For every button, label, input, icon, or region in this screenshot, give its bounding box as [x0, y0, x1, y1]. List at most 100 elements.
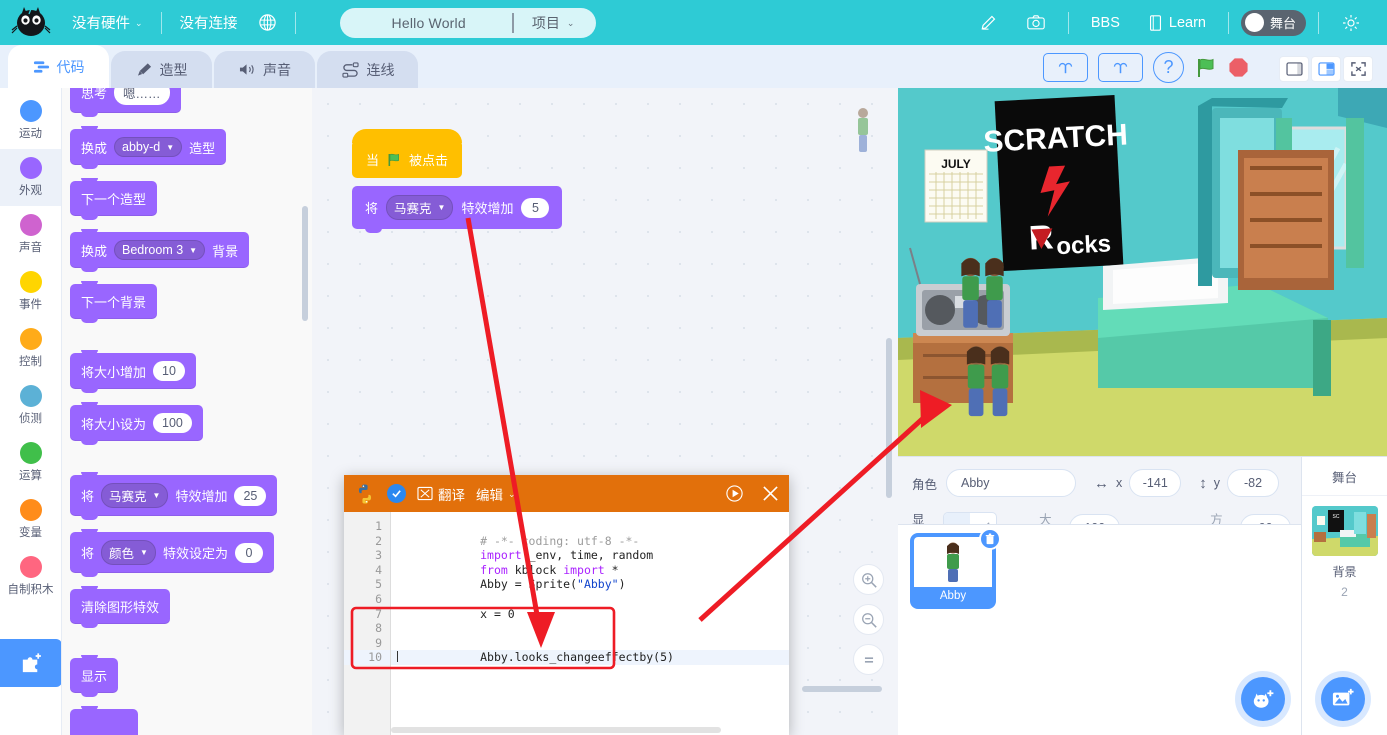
block-dropdown[interactable]: 马赛克 ▼ — [101, 483, 169, 508]
sprite-card-abby[interactable]: Abby — [912, 528, 1001, 607]
dropdown-value: abby-d — [122, 140, 161, 154]
python-code-text[interactable]: # -*- coding: utf-8 -*- import _env, tim… — [391, 512, 789, 735]
add-extension-button[interactable] — [0, 639, 61, 687]
bbs-link[interactable]: BBS — [1077, 0, 1134, 45]
stage-view[interactable]: SCRATCH R ocks JULY — [898, 88, 1387, 456]
block-text: 将 — [81, 489, 95, 504]
palette-block-hide[interactable] — [70, 706, 138, 735]
block-text: 下一个造型 — [81, 192, 147, 207]
palette-block-set-size[interactable]: 将大小设为 100 — [70, 402, 203, 445]
undo-button[interactable] — [1043, 53, 1088, 82]
zoom-out-button[interactable] — [853, 604, 884, 635]
tab-costumes-label: 造型 — [159, 61, 188, 78]
tab-connect[interactable]: 连线 — [317, 51, 418, 88]
project-title[interactable]: Hello World — [340, 15, 512, 31]
add-sprite-button[interactable] — [1241, 677, 1285, 721]
script-block-change-effect[interactable]: 将 马赛克 ▼ 特效增加 5 — [352, 186, 563, 233]
python-hscrollbar[interactable] — [391, 727, 721, 733]
app-logo[interactable] — [0, 0, 62, 45]
small-stage-button[interactable] — [1279, 56, 1309, 82]
block-input-oval[interactable]: 100 — [153, 413, 192, 433]
block-dropdown[interactable]: abby-d ▼ — [114, 137, 183, 157]
dropdown-value: 马赛克 — [394, 202, 432, 216]
palette-block-show[interactable]: 显示 — [70, 655, 119, 697]
stop-sign-icon[interactable] — [1228, 57, 1249, 78]
palette-block-switch-backdrop[interactable]: 换成 Bedroom 3 ▼ 背景 — [70, 229, 250, 272]
settings-button[interactable] — [1327, 0, 1375, 45]
category-my-blocks[interactable]: 自制积木 — [0, 548, 61, 605]
python-editor-window[interactable]: 翻译 编辑 ⌄ 1 2 3 4 5 6 7 8 9 10 # -*- codin… — [344, 475, 789, 735]
zoom-in-button[interactable] — [853, 564, 884, 595]
block-input-oval[interactable]: 10 — [153, 361, 185, 381]
palette-block-change-effect[interactable]: 将 马赛克 ▼ 特效增加 25 — [70, 472, 278, 520]
palette-scrollbar[interactable] — [302, 206, 308, 321]
sprite-name-input[interactable]: Abby — [946, 469, 1077, 497]
block-input-oval[interactable]: 5 — [521, 197, 550, 218]
tab-code[interactable]: 代码 — [8, 45, 109, 88]
hardware-menu[interactable]: 没有硬件 ⌄ — [62, 0, 153, 45]
workspace-vscrollbar[interactable] — [886, 338, 892, 498]
screenshot-button[interactable] — [1012, 0, 1060, 45]
block-palette[interactable]: 思考 嗯…… 换成 abby-d ▼ 造型 下一个造型 换成 Bedroom 3… — [62, 88, 312, 735]
green-flag-icon[interactable] — [1194, 56, 1218, 80]
block-dropdown[interactable]: Bedroom 3 ▼ — [114, 240, 206, 260]
normal-stage-button[interactable] — [1311, 56, 1341, 82]
python-translate-button[interactable]: 翻译 — [417, 484, 465, 504]
python-code-body[interactable]: 1 2 3 4 5 6 7 8 9 10 # -*- coding: utf-8… — [344, 512, 789, 735]
palette-block-switch-costume[interactable]: 换成 abby-d ▼ 造型 — [70, 126, 227, 169]
tab-sounds[interactable]: 声音 — [214, 51, 315, 88]
workspace-hscrollbar[interactable] — [802, 686, 882, 692]
python-line-number-gutter: 1 2 3 4 5 6 7 8 9 10 — [344, 512, 391, 735]
category-motion[interactable]: 运动 — [0, 92, 61, 149]
category-looks[interactable]: 外观 — [0, 149, 61, 206]
language-menu[interactable] — [248, 0, 287, 45]
palette-block-change-size[interactable]: 将大小增加 10 — [70, 350, 196, 393]
sprite-y-input[interactable]: -82 — [1227, 469, 1280, 497]
palette-block-clear-effects[interactable]: 清除图形特效 — [70, 586, 171, 628]
script-hat-block-when-flag-clicked[interactable]: 当 被点击 — [352, 129, 463, 178]
help-button[interactable]: ? — [1153, 52, 1184, 83]
category-sound[interactable]: 声音 — [0, 206, 61, 263]
palette-blocks: 思考 嗯…… 换成 abby-d ▼ 造型 下一个造型 换成 Bedroom 3… — [62, 88, 312, 735]
stage-mode-toggle[interactable]: 舞台 — [1240, 9, 1306, 36]
block-dropdown[interactable]: 马赛克 ▼ — [386, 195, 454, 220]
add-backdrop-button[interactable] — [1321, 677, 1365, 721]
category-control[interactable]: 控制 — [0, 320, 61, 377]
block-input-oval[interactable]: 0 — [234, 542, 263, 563]
python-logo-icon — [358, 483, 372, 504]
pencil-icon — [981, 15, 996, 30]
block-input-oval[interactable]: 25 — [234, 485, 267, 506]
delete-sprite-button[interactable] — [979, 528, 1001, 550]
sprite-x-input[interactable]: -141 — [1129, 469, 1182, 497]
learn-link[interactable]: Learn — [1134, 0, 1220, 45]
block-input-oval[interactable]: 嗯…… — [114, 88, 170, 105]
python-window-controls — [725, 484, 779, 503]
code-token-name: * — [604, 562, 619, 577]
category-variables[interactable]: 变量 — [0, 491, 61, 548]
undo-arrow-icon — [1058, 62, 1073, 73]
run-play-icon[interactable] — [725, 484, 744, 503]
redo-button[interactable] — [1098, 53, 1143, 82]
zoom-reset-icon — [864, 656, 873, 663]
block-dropdown[interactable]: 颜色 ▼ — [101, 540, 156, 565]
category-operators[interactable]: 运算 — [0, 434, 61, 491]
palette-block-next-costume[interactable]: 下一个造型 — [70, 178, 158, 220]
connection-menu[interactable]: 没有连接 — [170, 0, 248, 45]
fullscreen-button[interactable] — [1343, 56, 1373, 82]
palette-block-think[interactable]: 思考 嗯…… — [70, 88, 181, 117]
project-menu[interactable]: 项目 ⌄ — [514, 13, 597, 33]
tab-sounds-label: 声音 — [263, 61, 291, 78]
backdrop-thumbnail[interactable]: SC — [1311, 506, 1378, 556]
category-sensing[interactable]: 侦测 — [0, 377, 61, 434]
hardware-menu-label: 没有硬件 — [72, 16, 130, 32]
category-events[interactable]: 事件 — [0, 263, 61, 320]
palette-block-set-effect[interactable]: 将 颜色 ▼ 特效设定为 0 — [70, 529, 274, 577]
zoom-reset-button[interactable] — [853, 644, 884, 675]
edit-button[interactable] — [965, 0, 1012, 45]
python-edit-menu[interactable]: 编辑 ⌄ — [476, 484, 516, 504]
python-check-button[interactable] — [387, 484, 406, 503]
tab-costumes[interactable]: 造型 — [111, 51, 212, 88]
palette-block-next-backdrop[interactable]: 下一个背景 — [70, 281, 158, 323]
close-x-icon[interactable] — [762, 485, 779, 502]
category-label: 外观 — [19, 185, 42, 197]
